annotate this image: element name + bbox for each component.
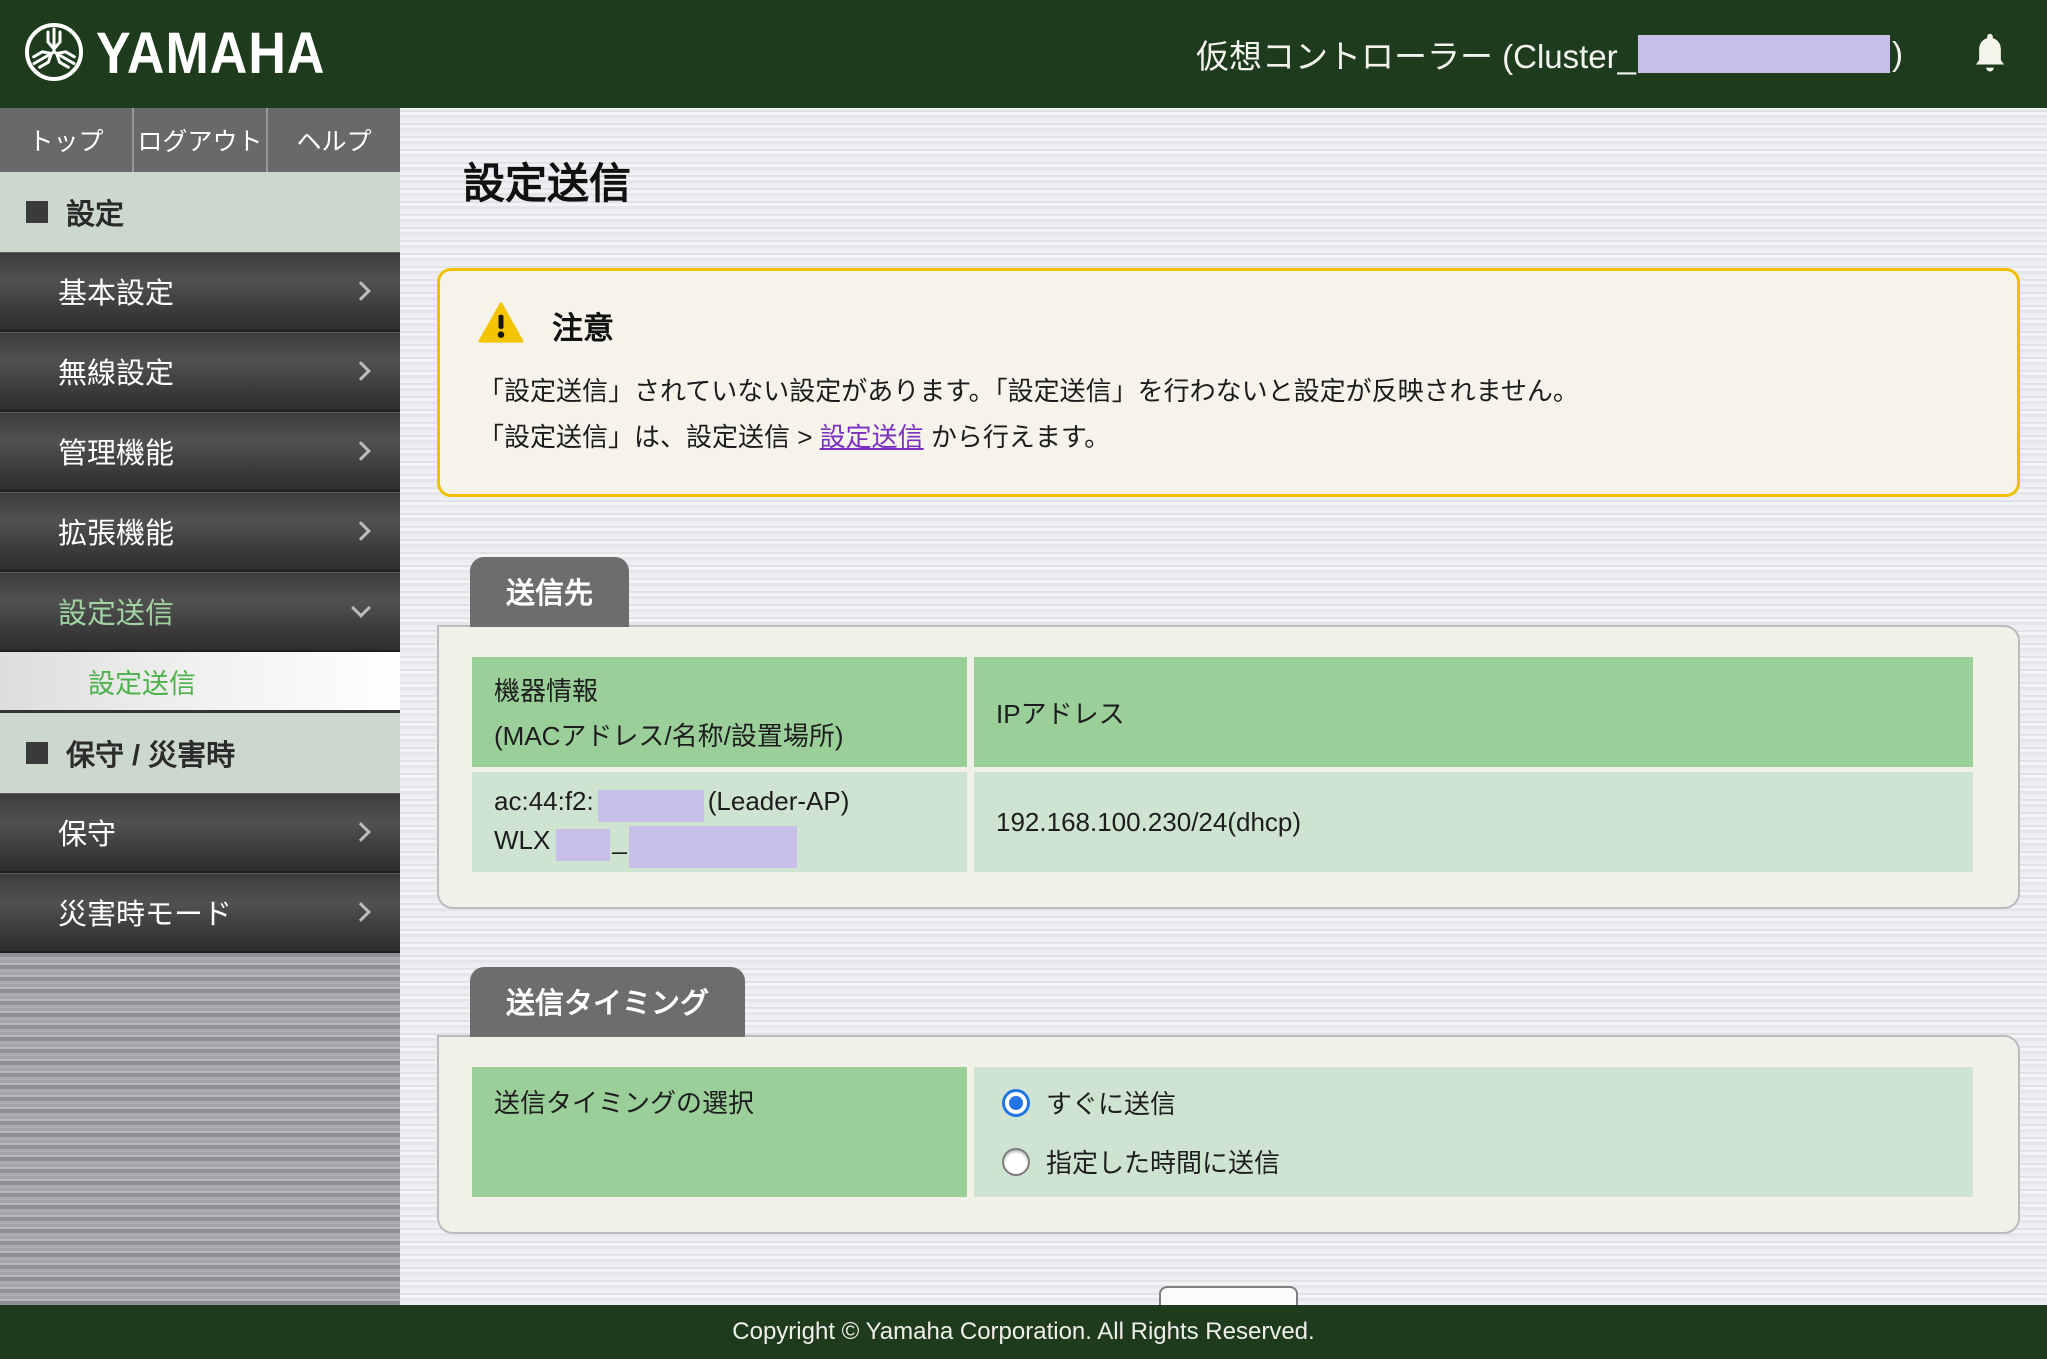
sidebar-tab-help[interactable]: ヘルプ xyxy=(268,108,400,172)
menu-label: 設定送信 xyxy=(58,590,174,632)
chevron-down-icon xyxy=(351,598,371,618)
redacted-mac xyxy=(598,790,704,822)
controller-title-suffix: ) xyxy=(1892,35,1903,73)
timing-row-label: 送信タイミングの選択 xyxy=(472,1067,967,1197)
controller-title-prefix: 仮想コントローラー (Cluster_ xyxy=(1196,30,1636,78)
ip-address-value: 192.168.100.230/24(dhcp) xyxy=(996,807,1301,838)
sidebar-tab-bar: トップ ログアウト ヘルプ xyxy=(0,108,400,172)
ip-address-cell: 192.168.100.230/24(dhcp) xyxy=(974,772,1973,872)
radio-selected-icon[interactable] xyxy=(1002,1089,1030,1117)
sidebar-section-settings: 設定 xyxy=(0,172,400,252)
sidebar-tab-top[interactable]: トップ xyxy=(0,108,134,172)
mac-prefix: ac:44:f2: xyxy=(494,786,594,816)
page-title: 設定送信 xyxy=(463,150,2020,211)
menu-label: 保守 xyxy=(58,811,116,853)
sidebar-subitem-config-send-active[interactable]: 設定送信 xyxy=(0,652,400,713)
page-footer: Copyright © Yamaha Corporation. All Righ… xyxy=(0,1305,2047,1359)
destination-panel: 機器情報 (MACアドレス/名称/設置場所) IPアドレス ac:44:f2: (… xyxy=(437,625,2020,909)
device-name-line: WLX _ xyxy=(494,825,945,858)
submenu-label: 設定送信 xyxy=(88,662,196,701)
device-info-cell: ac:44:f2: (Leader-AP) WLX _ xyxy=(472,772,967,872)
section-title: 保守 / 災害時 xyxy=(66,732,235,774)
app-header: YAMAHA 仮想コントローラー (Cluster_) xyxy=(0,0,2047,108)
radio-send-now[interactable]: すぐに送信 xyxy=(1002,1084,1951,1121)
chevron-right-icon xyxy=(351,441,371,461)
warning-box: 注意 「設定送信」されていない設定があります。「設定送信」を行わないと設定が反映… xyxy=(437,268,2020,497)
radio-send-now-label: すぐに送信 xyxy=(1046,1084,1176,1121)
device-name-separator: _ xyxy=(612,825,626,855)
warning-line1: 「設定送信」されていない設定があります。「設定送信」を行わないと設定が反映されま… xyxy=(478,370,1977,412)
section-bullet-icon xyxy=(26,201,48,223)
sidebar-item-wireless-settings[interactable]: 無線設定 xyxy=(0,332,400,412)
device-name-prefix: WLX xyxy=(494,825,550,855)
ip-address-header: IPアドレス xyxy=(974,657,1973,767)
device-info-header-line2: (MACアドレス/名称/設置場所) xyxy=(494,716,945,753)
warning-title: 注意 xyxy=(552,303,614,348)
warning-line2-text: 「設定送信」は、設定送信 > xyxy=(478,422,820,452)
yamaha-logo: YAMAHA xyxy=(22,20,325,89)
controller-title: 仮想コントローラー (Cluster_) xyxy=(1196,30,1903,78)
sidebar-tab-logout[interactable]: ログアウト xyxy=(134,108,268,172)
yamaha-tuning-fork-icon xyxy=(22,20,86,89)
radio-unselected-icon[interactable] xyxy=(1002,1148,1030,1176)
timing-panel: 送信タイミングの選択 すぐに送信 指定した時間に送信 xyxy=(437,1035,2020,1234)
menu-label: 管理機能 xyxy=(58,430,174,472)
chevron-right-icon xyxy=(351,521,371,541)
main-content: 設定送信 注意 「設定送信」されていない設定があります。「設定送信」を行わないと… xyxy=(400,108,2047,1305)
notification-bell-icon[interactable] xyxy=(1969,31,2011,77)
warning-line2: 「設定送信」は、設定送信 > 設定送信 から行えます。 xyxy=(478,416,1977,458)
warning-line2-tail: から行えます。 xyxy=(924,422,1111,452)
menu-label: 基本設定 xyxy=(58,270,174,312)
chevron-right-icon xyxy=(351,902,371,922)
sidebar-item-disaster-mode[interactable]: 災害時モード xyxy=(0,873,400,953)
submit-button[interactable]: 送信 xyxy=(1159,1286,1297,1305)
menu-label: 災害時モード xyxy=(58,891,232,933)
ip-header-label: IPアドレス xyxy=(996,694,1125,731)
radio-send-scheduled-label: 指定した時間に送信 xyxy=(1046,1143,1280,1180)
config-send-link[interactable]: 設定送信 xyxy=(820,422,924,452)
radio-send-scheduled[interactable]: 指定した時間に送信 xyxy=(1002,1143,1951,1180)
sidebar: トップ ログアウト ヘルプ 設定 基本設定 無線設定 管理機能 拡張機能 設定送… xyxy=(0,108,400,1305)
destination-section-tab: 送信先 xyxy=(470,557,629,627)
leader-ap-label: (Leader-AP) xyxy=(708,786,850,816)
chevron-right-icon xyxy=(351,281,371,301)
sidebar-filler xyxy=(0,953,400,1305)
redacted-cluster-name xyxy=(1638,35,1890,73)
sidebar-item-maintenance[interactable]: 保守 xyxy=(0,793,400,873)
chevron-right-icon xyxy=(351,361,371,381)
brand-name: YAMAHA xyxy=(96,20,325,87)
menu-label: 無線設定 xyxy=(58,350,174,392)
sidebar-section-maintenance: 保守 / 災害時 xyxy=(0,713,400,793)
menu-label: 拡張機能 xyxy=(58,510,174,552)
sidebar-item-management[interactable]: 管理機能 xyxy=(0,412,400,492)
device-mac-line: ac:44:f2: (Leader-AP) xyxy=(494,786,945,817)
sidebar-item-config-send[interactable]: 設定送信 xyxy=(0,572,400,652)
device-info-header: 機器情報 (MACアドレス/名称/設置場所) xyxy=(472,657,967,767)
timing-section-tab: 送信タイミング xyxy=(470,967,745,1037)
warning-triangle-icon xyxy=(478,301,524,350)
section-title: 設定 xyxy=(66,191,124,233)
sidebar-item-basic-settings[interactable]: 基本設定 xyxy=(0,252,400,332)
copyright-text: Copyright © Yamaha Corporation. All Righ… xyxy=(732,1318,1314,1346)
redacted-model xyxy=(556,829,610,861)
timing-options-cell: すぐに送信 指定した時間に送信 xyxy=(974,1067,1973,1197)
sidebar-item-extended[interactable]: 拡張機能 xyxy=(0,492,400,572)
chevron-right-icon xyxy=(351,822,371,842)
device-info-header-line1: 機器情報 xyxy=(494,671,945,708)
redacted-device-name xyxy=(629,826,797,868)
section-bullet-icon xyxy=(26,742,48,764)
